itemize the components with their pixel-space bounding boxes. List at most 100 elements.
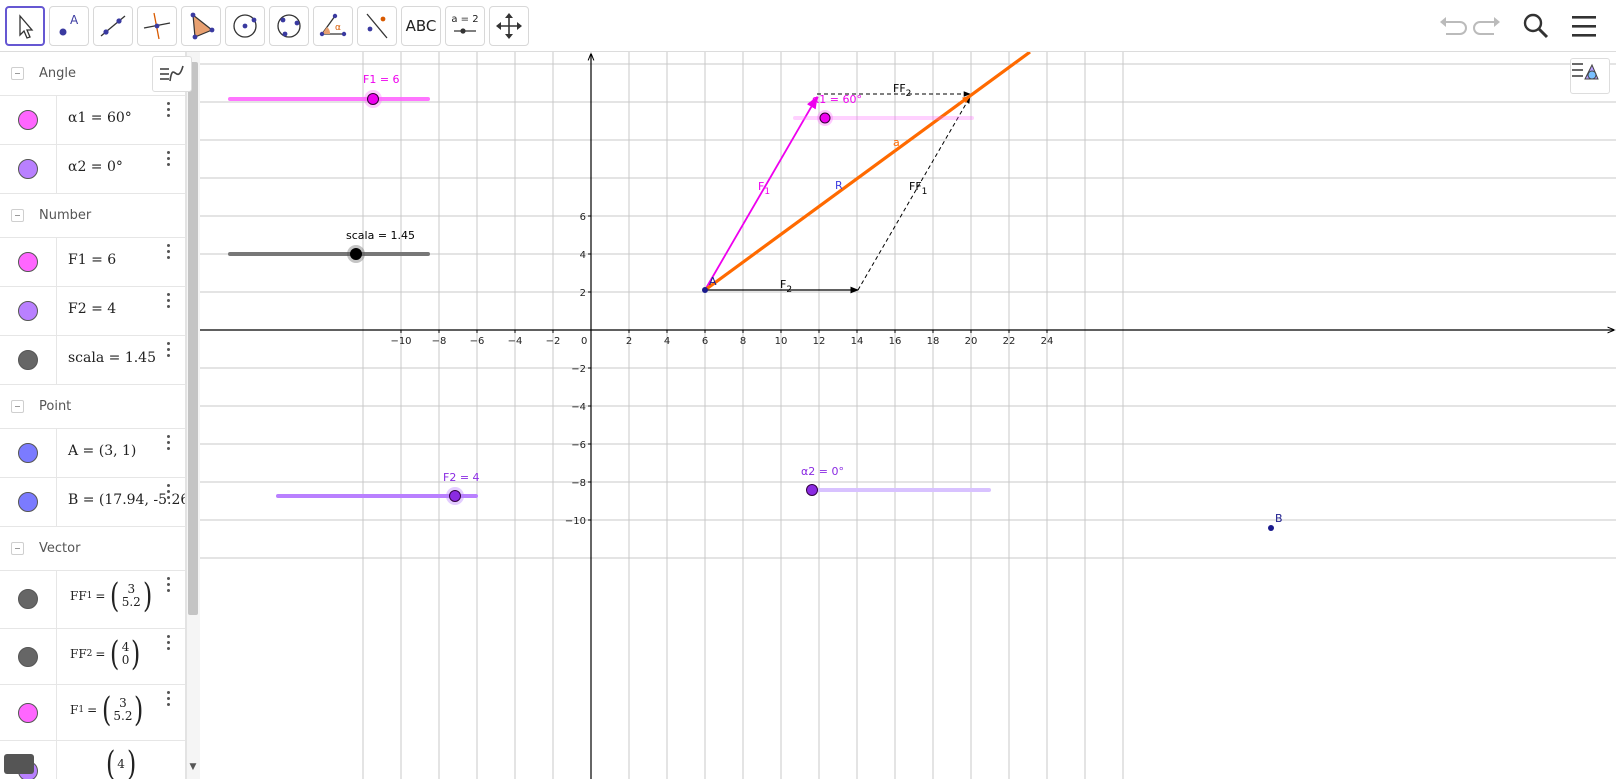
more-options-icon[interactable] [166,635,172,653]
polygon-tool-button[interactable] [181,6,221,46]
visibility-marble-icon[interactable] [18,301,38,321]
collapse-icon[interactable] [11,542,24,555]
algebra-item-A[interactable]: A = (3, 1) [0,429,185,478]
vector-construction[interactable]: α1 = 60° FF2 FF1 F1 F2 R a A [702,52,1031,295]
algebra-expression[interactable]: (4) [104,747,138,779]
graphics-view[interactable]: −10 −8 −6 −4 −2 0 2 4 6 8 10 12 14 16 18 20 22 24 6 4 2 −2 −4−… [200,52,1616,779]
angle-tool-button[interactable]: α [313,6,353,46]
visibility-marble-icon[interactable] [18,350,38,370]
vector-FF1[interactable] [857,96,971,291]
section-label: Number [39,208,92,223]
visibility-marble-icon[interactable] [18,443,38,463]
slider-F2[interactable]: F2 = 4 [276,471,480,505]
graphics-style-button[interactable] [1570,58,1610,94]
algebra-item-FF2[interactable]: FF 2 = ( 40 ) [0,629,185,685]
main-menu-button[interactable] [1566,8,1602,44]
circle-tool-button[interactable] [225,6,265,46]
label-a: a [893,136,900,149]
more-options-icon[interactable] [166,577,172,595]
more-options-icon[interactable] [166,244,172,262]
x-tick-label: 6 [702,336,708,347]
polygon-icon [190,12,215,40]
algebra-expression[interactable]: F1 = 6 [68,252,116,268]
label-A: A [709,275,717,288]
algebra-expression[interactable]: F2 = 4 [68,301,116,317]
algebra-item-alpha2[interactable]: α2 = 0° [0,145,185,194]
more-options-icon[interactable] [166,102,172,120]
slider-F1[interactable]: F1 = 6 [228,73,430,108]
collapse-icon[interactable] [11,209,24,222]
algebra-expression[interactable]: A = (3, 1) [68,443,136,459]
more-options-icon[interactable] [166,484,172,502]
algebra-item-alpha1[interactable]: α1 = 60° [0,96,185,145]
vector-R[interactable] [704,95,971,291]
point-tool-button[interactable]: A [49,6,89,46]
algebra-item-F2[interactable]: F2 = 4 [0,287,185,336]
collapse-icon[interactable] [11,67,24,80]
more-options-icon[interactable] [166,435,172,453]
algebra-expression[interactable]: α2 = 0° [68,159,123,175]
x-tick-label: −8 [432,336,447,347]
algebra-item-B[interactable]: B = (17.94, -5.26) [0,478,185,527]
angle-icon: α [319,13,347,37]
collapse-icon[interactable] [11,400,24,413]
more-options-icon[interactable] [166,293,172,311]
visibility-marble-icon[interactable] [18,159,38,179]
slider-scala[interactable]: scala = 1.45 [228,229,430,263]
algebra-expression[interactable]: FF 2 = ( 40 ) [70,637,143,671]
search-button[interactable] [1518,8,1554,44]
visibility-marble-icon[interactable] [18,703,38,723]
keyboard-icon[interactable] [4,754,34,774]
algebra-expression[interactable]: F1 = ( 3 5.2 ) [70,693,146,727]
x-tick-label: −2 [546,336,561,347]
label-FF1: FF1 [909,180,927,197]
visibility-marble-icon[interactable] [18,647,38,667]
visibility-marble-icon[interactable] [18,110,38,130]
vector-F1[interactable] [704,95,818,291]
redo-button[interactable] [1470,8,1506,44]
move-graphics-tool-button[interactable] [489,6,529,46]
undo-button[interactable] [1434,8,1470,44]
text-tool-button[interactable]: ABC [401,6,441,46]
line-tool-button[interactable] [93,6,133,46]
more-options-icon[interactable] [166,151,172,169]
visibility-marble-icon[interactable] [18,492,38,512]
slider-tool-label: a = 2 [451,14,479,25]
circle-three-points-tool-button[interactable] [269,6,309,46]
algebra-scrollbar-thumb[interactable] [188,62,198,615]
slider-F2-label: F2 = 4 [443,471,480,484]
point-A[interactable] [702,287,708,293]
toolbar: A α ABC a = 2 [0,0,1616,52]
x-tick-label: 12 [813,336,826,347]
slider-alpha1[interactable]: α1 = 60° [793,93,974,126]
visibility-marble-icon[interactable] [18,589,38,609]
x-tick-label: 4 [664,336,670,347]
section-header-vector[interactable]: Vector [0,527,185,571]
algebra-item-F1-vector[interactable]: F1 = ( 3 5.2 ) [0,685,185,741]
visibility-marble-icon[interactable] [18,252,38,272]
section-label: Angle [39,66,76,81]
reflect-tool-button[interactable] [357,6,397,46]
point-B[interactable] [1268,525,1274,531]
algebra-expression[interactable]: FF 1 = ( 3 5.2 ) [70,579,154,613]
algebra-expression[interactable]: scala = 1.45 [68,350,156,366]
slider-alpha2-label: α2 = 0° [801,465,844,478]
scroll-down-icon[interactable]: ▼ [187,762,199,774]
graphics-canvas[interactable]: −10 −8 −6 −4 −2 0 2 4 6 8 10 12 14 16 18 20 22 24642−2−4−… [200,52,1616,779]
algebra-expression[interactable]: α1 = 60° [68,110,132,126]
algebra-style-button[interactable] [152,56,192,92]
more-options-icon[interactable] [166,691,172,709]
algebra-item-scala[interactable]: scala = 1.45 [0,336,185,385]
move-tool-button[interactable] [5,6,45,46]
section-header-point[interactable]: Point [0,385,185,429]
y-tick-label: −8 [571,478,586,489]
x-tick-label: 10 [775,336,788,347]
more-options-icon[interactable] [166,342,172,360]
hamburger-menu-icon [1572,16,1596,37]
algebra-item-FF1[interactable]: FF 1 = ( 3 5.2 ) [0,571,185,629]
algebra-item-F1[interactable]: F1 = 6 [0,238,185,287]
x-tick-label: −6 [470,336,485,347]
section-header-number[interactable]: Number [0,194,185,238]
perpendicular-tool-button[interactable] [137,6,177,46]
slider-tool-button[interactable]: a = 2 [445,6,485,46]
